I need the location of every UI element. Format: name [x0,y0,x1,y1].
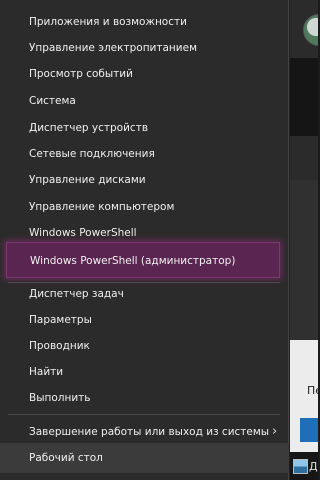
menu-item-settings[interactable]: Параметры [0,307,289,333]
background-panel [290,58,318,136]
quick-link-menu: Приложения и возможности Управление элек… [0,0,289,480]
menu-item-task-manager[interactable]: Диспетчер задач [0,281,289,307]
menu-item-system[interactable]: Система [0,88,289,114]
menu-item-event-viewer[interactable]: Просмотр событий [0,61,289,87]
menu-item-file-explorer[interactable]: Проводник [0,333,289,359]
menu-item-device-manager[interactable]: Диспетчер устройств [0,115,289,141]
screen: Пе Ди Приложения и возможности Управлени… [0,0,318,480]
chevron-right-icon: › [272,424,278,439]
menu-item-shutdown-signout[interactable]: Завершение работы или выход из системы [0,419,289,445]
menu-item-apps-features[interactable]: Приложения и возможности [0,9,289,35]
background-label: Пе [307,384,318,397]
background-blue-tile [300,418,318,442]
menu-item-search[interactable]: Найти [0,359,289,385]
menu-item-network-connections[interactable]: Сетевые подключения [0,141,289,167]
desktop-window-icon[interactable] [293,459,308,474]
menu-item-computer-management[interactable]: Управление компьютером [0,194,289,220]
menu-separator [8,414,280,415]
menu-item-disk-management[interactable]: Управление дисками [0,167,289,193]
menu-item-run[interactable]: Выполнить [0,385,289,411]
menu-item-power-options[interactable]: Управление электропитанием [0,35,289,61]
menu-item-powershell-admin[interactable]: Windows PowerShell (администратор) [6,242,280,278]
taskbar-label: Ди [309,460,318,473]
menu-item-desktop[interactable]: Рабочий стол [0,443,289,473]
